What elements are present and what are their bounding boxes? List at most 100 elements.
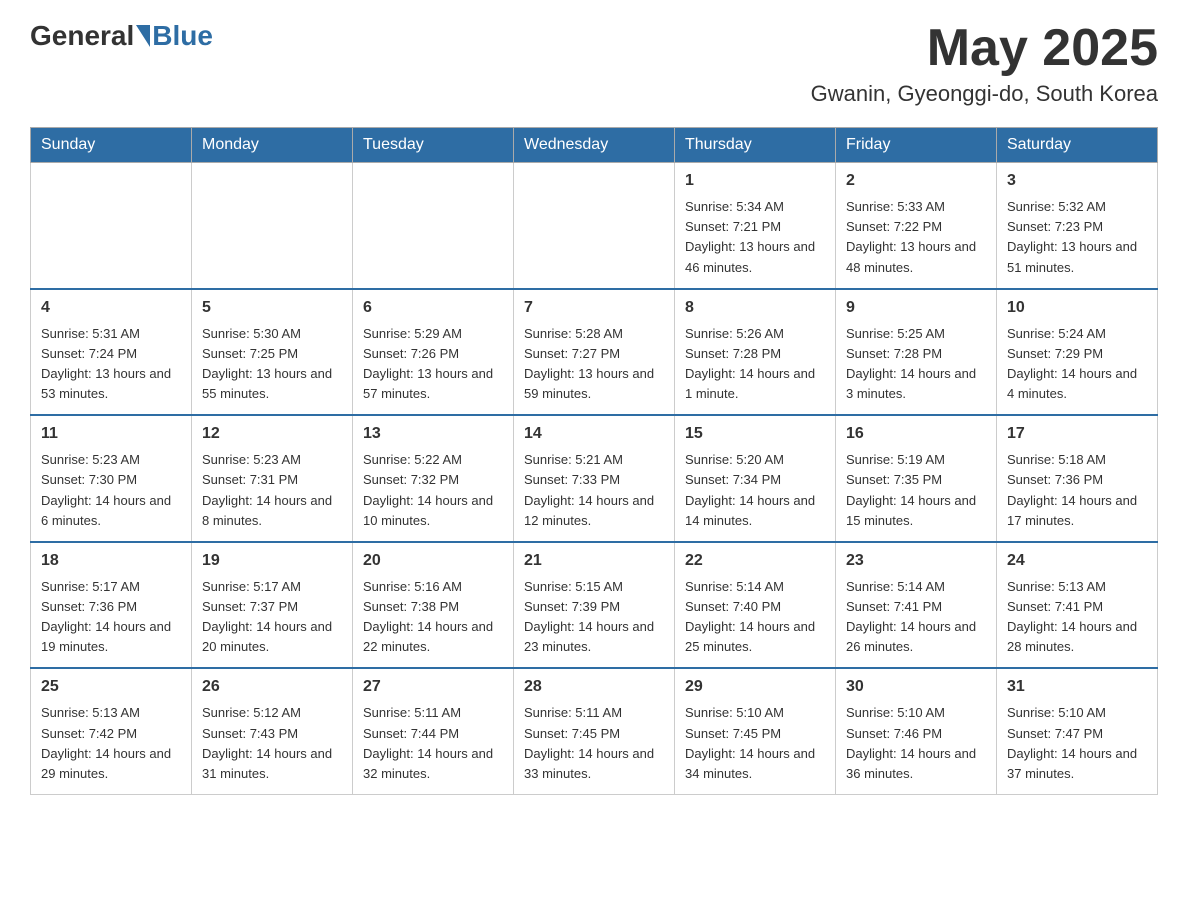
title-section: May 2025 Gwanin, Gyeonggi-do, South Kore… [811,20,1158,107]
calendar-cell-w5-d6: 30 Sunrise: 5:10 AMSunset: 7:46 PMDayligh… [836,668,997,794]
location-title: Gwanin, Gyeonggi-do, South Korea [811,81,1158,107]
calendar-cell-w4-d1: 18Sunrise: 5:17 AMSunset: 7:36 PMDayligh… [31,542,192,669]
calendar-cell-w4-d7: 24 Sunrise: 5:13 AMSunset: 7:41 PMDayligh… [997,542,1158,669]
day-info: Sunrise: 5:26 AMSunset: 7:28 PMDaylight:… [685,324,825,405]
page-header: General Blue May 2025 Gwanin, Gyeonggi-d… [30,20,1158,107]
day-info: Sunrise: 5:24 AMSunset: 7:29 PMDaylight:… [1007,324,1147,405]
col-tuesday: Tuesday [353,128,514,163]
day-info: Sunrise: 5:19 AMSunset: 7:35 PMDaylight:… [846,450,986,531]
day-number: 18 [41,549,181,573]
day-info: Sunrise: 5:32 AMSunset: 7:23 PMDaylight:… [1007,197,1147,278]
day-number: 1 [685,169,825,193]
calendar-cell-w1-d4 [514,163,675,289]
day-info: Sunrise: 5:22 AMSunset: 7:32 PMDaylight:… [363,450,503,531]
day-number: 29 [685,675,825,699]
day-info: Sunrise: 5:16 AMSunset: 7:38 PMDaylight:… [363,577,503,658]
day-number: 7 [524,296,664,320]
calendar-cell-w3-d2: 12 Sunrise: 5:23 AMSunset: 7:31 PMDayligh… [192,415,353,542]
calendar-cell-w4-d3: 20Sunrise: 5:16 AMSunset: 7:38 PMDayligh… [353,542,514,669]
day-number: 27 [363,675,503,699]
day-info: Sunrise: 5:13 AMSunset: 7:42 PMDaylight:… [41,703,181,784]
day-number: 26 [202,675,342,699]
day-info: Sunrise: 5:15 AMSunset: 7:39 PMDaylight:… [524,577,664,658]
day-number: 4 [41,296,181,320]
day-info: Sunrise: 5:25 AMSunset: 7:28 PMDaylight:… [846,324,986,405]
day-number: 14 [524,422,664,446]
day-info: Sunrise: 5:31 AMSunset: 7:24 PMDaylight:… [41,324,181,405]
day-info: Sunrise: 5:14 AMSunset: 7:41 PMDaylight:… [846,577,986,658]
calendar-cell-w3-d5: 15 Sunrise: 5:20 AMSunset: 7:34 PMDayligh… [675,415,836,542]
day-info: Sunrise: 5:21 AMSunset: 7:33 PMDaylight:… [524,450,664,531]
day-number: 2 [846,169,986,193]
calendar-cell-w1-d5: 1 Sunrise: 5:34 AMSunset: 7:21 PMDaylight… [675,163,836,289]
day-info: Sunrise: 5:10 AMSunset: 7:45 PMDaylight:… [685,703,825,784]
logo: General Blue [30,20,213,52]
calendar-cell-w2-d1: 4 Sunrise: 5:31 AMSunset: 7:24 PMDaylight… [31,289,192,416]
logo-general-text: General [30,20,134,52]
day-number: 6 [363,296,503,320]
day-info: Sunrise: 5:17 AMSunset: 7:37 PMDaylight:… [202,577,342,658]
calendar-cell-w4-d4: 21 Sunrise: 5:15 AMSunset: 7:39 PMDayligh… [514,542,675,669]
day-number: 10 [1007,296,1147,320]
day-info: Sunrise: 5:28 AMSunset: 7:27 PMDaylight:… [524,324,664,405]
day-number: 28 [524,675,664,699]
day-info: Sunrise: 5:11 AMSunset: 7:45 PMDaylight:… [524,703,664,784]
logo-triangle-icon [136,25,150,47]
day-number: 16 [846,422,986,446]
calendar-cell-w3-d3: 13 Sunrise: 5:22 AMSunset: 7:32 PMDayligh… [353,415,514,542]
calendar-cell-w4-d5: 22 Sunrise: 5:14 AMSunset: 7:40 PMDayligh… [675,542,836,669]
calendar-week-1: 1 Sunrise: 5:34 AMSunset: 7:21 PMDaylight… [31,163,1158,289]
day-number: 5 [202,296,342,320]
day-number: 22 [685,549,825,573]
day-info: Sunrise: 5:33 AMSunset: 7:22 PMDaylight:… [846,197,986,278]
day-number: 30 [846,675,986,699]
calendar-cell-w3-d4: 14 Sunrise: 5:21 AMSunset: 7:33 PMDayligh… [514,415,675,542]
calendar-cell-w3-d1: 11Sunrise: 5:23 AMSunset: 7:30 PMDayligh… [31,415,192,542]
calendar-cell-w1-d7: 3 Sunrise: 5:32 AMSunset: 7:23 PMDaylight… [997,163,1158,289]
day-info: Sunrise: 5:29 AMSunset: 7:26 PMDaylight:… [363,324,503,405]
calendar-cell-w2-d4: 7 Sunrise: 5:28 AMSunset: 7:27 PMDaylight… [514,289,675,416]
day-info: Sunrise: 5:34 AMSunset: 7:21 PMDaylight:… [685,197,825,278]
col-monday: Monday [192,128,353,163]
col-saturday: Saturday [997,128,1158,163]
day-info: Sunrise: 5:14 AMSunset: 7:40 PMDaylight:… [685,577,825,658]
col-thursday: Thursday [675,128,836,163]
day-info: Sunrise: 5:20 AMSunset: 7:34 PMDaylight:… [685,450,825,531]
day-info: Sunrise: 5:23 AMSunset: 7:30 PMDaylight:… [41,450,181,531]
month-title: May 2025 [811,20,1158,77]
calendar-cell-w1-d2 [192,163,353,289]
calendar-cell-w4-d6: 23Sunrise: 5:14 AMSunset: 7:41 PMDayligh… [836,542,997,669]
day-number: 12 [202,422,342,446]
calendar-cell-w2-d2: 5 Sunrise: 5:30 AMSunset: 7:25 PMDaylight… [192,289,353,416]
calendar-cell-w1-d3 [353,163,514,289]
calendar-cell-w1-d6: 2 Sunrise: 5:33 AMSunset: 7:22 PMDaylight… [836,163,997,289]
day-info: Sunrise: 5:10 AMSunset: 7:47 PMDaylight:… [1007,703,1147,784]
day-number: 3 [1007,169,1147,193]
calendar-cell-w3-d7: 17Sunrise: 5:18 AMSunset: 7:36 PMDayligh… [997,415,1158,542]
day-info: Sunrise: 5:30 AMSunset: 7:25 PMDaylight:… [202,324,342,405]
day-info: Sunrise: 5:11 AMSunset: 7:44 PMDaylight:… [363,703,503,784]
day-number: 8 [685,296,825,320]
calendar-week-2: 4 Sunrise: 5:31 AMSunset: 7:24 PMDaylight… [31,289,1158,416]
day-info: Sunrise: 5:12 AMSunset: 7:43 PMDaylight:… [202,703,342,784]
calendar-cell-w5-d5: 29 Sunrise: 5:10 AMSunset: 7:45 PMDayligh… [675,668,836,794]
calendar-cell-w5-d1: 25Sunrise: 5:13 AMSunset: 7:42 PMDayligh… [31,668,192,794]
day-number: 21 [524,549,664,573]
calendar-cell-w2-d3: 6 Sunrise: 5:29 AMSunset: 7:26 PMDaylight… [353,289,514,416]
day-number: 24 [1007,549,1147,573]
day-number: 13 [363,422,503,446]
day-info: Sunrise: 5:13 AMSunset: 7:41 PMDaylight:… [1007,577,1147,658]
calendar-header-row: Sunday Monday Tuesday Wednesday Thursday… [31,128,1158,163]
day-number: 17 [1007,422,1147,446]
calendar-cell-w1-d1 [31,163,192,289]
calendar-week-5: 25Sunrise: 5:13 AMSunset: 7:42 PMDayligh… [31,668,1158,794]
day-number: 15 [685,422,825,446]
day-number: 19 [202,549,342,573]
logo-blue-text: Blue [152,20,213,52]
calendar-cell-w2-d5: 8 Sunrise: 5:26 AMSunset: 7:28 PMDaylight… [675,289,836,416]
day-info: Sunrise: 5:23 AMSunset: 7:31 PMDaylight:… [202,450,342,531]
col-friday: Friday [836,128,997,163]
calendar-cell-w3-d6: 16 Sunrise: 5:19 AMSunset: 7:35 PMDayligh… [836,415,997,542]
day-info: Sunrise: 5:10 AMSunset: 7:46 PMDaylight:… [846,703,986,784]
calendar-cell-w5-d4: 28 Sunrise: 5:11 AMSunset: 7:45 PMDayligh… [514,668,675,794]
